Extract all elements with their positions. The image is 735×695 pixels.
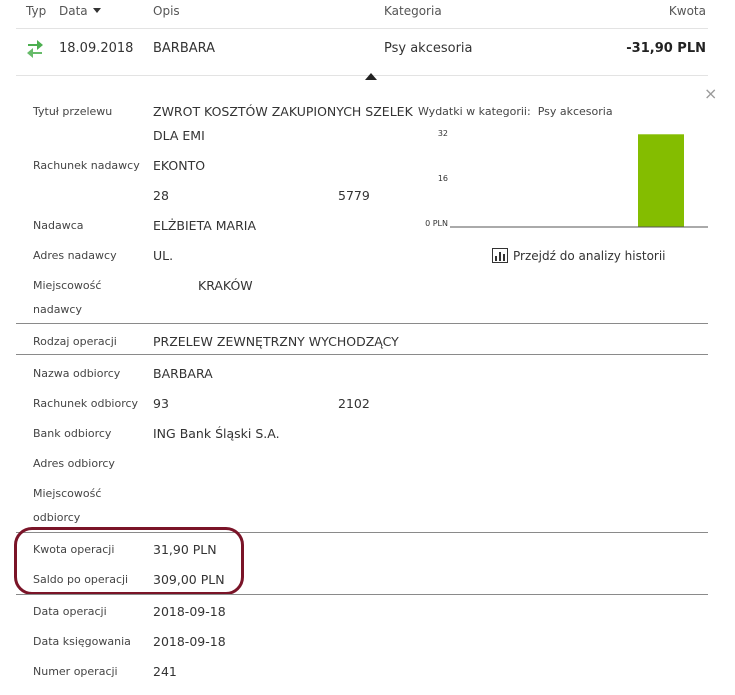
transfer-arrows-icon — [26, 38, 44, 62]
rodzaj-operacji-label: Rodzaj operacji — [33, 335, 117, 348]
rachunek-nadawcy-part1: 28 — [153, 188, 169, 203]
row-description: BARBARA — [153, 41, 216, 56]
row-divider — [16, 75, 708, 76]
y-tick-zero: 0 PLN — [425, 219, 448, 228]
chart-title: Wydatki w kategorii: Psy akcesoria — [418, 105, 613, 118]
chart-title-category: Psy akcesoria — [537, 105, 613, 118]
section-divider-4 — [16, 594, 708, 595]
adres-nadawcy-value: UL. — [153, 248, 174, 263]
expand-pointer-icon — [365, 73, 377, 80]
close-icon[interactable]: × — [704, 84, 717, 103]
y-tick-mid: 16 — [437, 174, 448, 183]
y-tick-top: 32 — [437, 129, 448, 138]
rachunek-odbiorcy-part2: 2102 — [338, 396, 370, 411]
miejscowosc-nadawcy-label-1: Miejscowość — [33, 279, 102, 292]
rachunek-odbiorcy-label: Rachunek odbiorcy — [33, 397, 139, 410]
nadawca-label: Nadawca — [33, 219, 84, 232]
rachunek-nadawcy-part2: 5779 — [338, 188, 370, 203]
numer-operacji-value: 241 — [153, 664, 177, 679]
row-amount: -31,90 PLN — [626, 41, 706, 56]
header-data-label: Data — [59, 4, 88, 18]
header-opis: Opis — [153, 4, 180, 18]
rachunek-odbiorcy-part1: 93 — [153, 396, 169, 411]
miejscowosc-nadawcy-label-2: nadawcy — [33, 303, 82, 316]
miejscowosc-odbiorcy-label-1: Miejscowość — [33, 487, 102, 500]
numer-operacji-label: Numer operacji — [33, 665, 118, 678]
tytul-przelewu-line2: DLA EMI — [153, 128, 205, 143]
header-kwota: Kwota — [668, 4, 706, 18]
header-typ: Typ — [26, 4, 47, 18]
row-category[interactable]: Psy akcesoria — [384, 41, 473, 56]
data-operacji-label: Data operacji — [33, 605, 107, 618]
nazwa-odbiorcy-value: BARBARA — [153, 366, 213, 381]
miejscowosc-nadawcy-value: KRAKÓW — [198, 278, 253, 293]
header-kategoria: Kategoria — [384, 4, 442, 18]
chart-title-prefix: Wydatki w kategorii: — [418, 105, 531, 118]
row-date: 18.09.2018 — [59, 41, 134, 56]
tytul-przelewu-label: Tytuł przelewu — [33, 105, 113, 118]
history-analysis-link[interactable]: Przejdź do analizy historii — [492, 248, 666, 266]
section-divider-1 — [16, 323, 708, 324]
history-analysis-link-label: Przejdź do analizy historii — [513, 249, 666, 263]
data-ksiegowania-label: Data księgowania — [33, 635, 131, 648]
nazwa-odbiorcy-label: Nazwa odbiorcy — [33, 367, 121, 380]
data-ksiegowania-value: 2018-09-18 — [153, 634, 226, 649]
adres-odbiorcy-label: Adres odbiorcy — [33, 457, 115, 470]
section-divider-2 — [16, 354, 708, 355]
data-operacji-value: 2018-09-18 — [153, 604, 226, 619]
bar-chart-icon — [492, 248, 508, 266]
highlight-ring — [14, 527, 244, 595]
adres-nadawcy-label: Adres nadawcy — [33, 249, 117, 262]
spending-chart — [450, 134, 708, 228]
header-data-sort[interactable]: Data — [59, 4, 101, 18]
rachunek-nadawcy-line1: EKONTO — [153, 158, 206, 173]
bank-odbiorcy-value: ING Bank Śląski S.A. — [153, 426, 280, 441]
rachunek-nadawcy-label: Rachunek nadawcy — [33, 159, 140, 172]
tytul-przelewu-line1: ZWROT KOSZTÓW ZAKUPIONYCH SZELEK — [153, 104, 413, 119]
nadawca-value: ELŻBIETA MARIA — [153, 218, 257, 233]
rodzaj-operacji-value: PRZELEW ZEWNĘTRZNY WYCHODZĄCY — [153, 334, 399, 349]
chart-bar — [638, 134, 684, 227]
bank-odbiorcy-label: Bank odbiorcy — [33, 427, 112, 440]
miejscowosc-odbiorcy-label-2: odbiorcy — [33, 511, 81, 524]
sort-down-icon — [92, 8, 101, 13]
